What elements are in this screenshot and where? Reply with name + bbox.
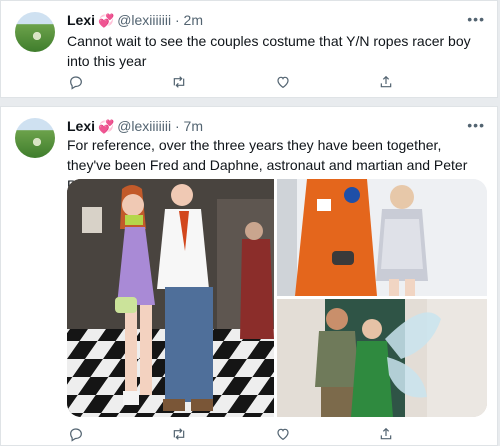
tweet[interactable]: Lexi 💞 @lexiiiiiii · 2m ••• Cannot wait to… bbox=[0, 0, 498, 98]
separator-dot: · bbox=[174, 118, 180, 134]
display-name[interactable]: Lexi bbox=[67, 118, 95, 134]
photo-peter-pan-tinkerbell[interactable] bbox=[277, 299, 487, 417]
user-handle[interactable]: @lexiiiiiii bbox=[117, 118, 171, 134]
tweet-header: Lexi 💞 @lexiiiiiii · 7m bbox=[67, 117, 203, 136]
tweet-actions bbox=[67, 425, 395, 443]
tweet-actions bbox=[67, 73, 395, 91]
display-name[interactable]: Lexi bbox=[67, 12, 95, 28]
tweet-text: Cannot wait to see the couples costume t… bbox=[67, 33, 471, 69]
share-icon[interactable] bbox=[377, 73, 395, 91]
avatar[interactable] bbox=[15, 118, 55, 158]
tweet[interactable]: Lexi 💞 @lexiiiiiii · 7m ••• For reference,… bbox=[0, 106, 498, 446]
photo-astronaut-martian[interactable] bbox=[277, 179, 487, 296]
reply-icon[interactable] bbox=[67, 73, 85, 91]
user-handle[interactable]: @lexiiiiiii bbox=[117, 12, 171, 28]
more-options-icon[interactable]: ••• bbox=[467, 11, 485, 27]
reply-icon[interactable] bbox=[67, 425, 85, 443]
timestamp[interactable]: 7m bbox=[184, 118, 203, 134]
heart-emoji: 💞 bbox=[98, 119, 115, 134]
tweet-header: Lexi 💞 @lexiiiiiii · 2m bbox=[67, 11, 203, 30]
timestamp[interactable]: 2m bbox=[184, 12, 203, 28]
retweet-icon[interactable] bbox=[170, 73, 188, 91]
heart-emoji: 💞 bbox=[98, 13, 115, 28]
avatar[interactable] bbox=[15, 12, 55, 52]
like-icon[interactable] bbox=[274, 73, 292, 91]
photo-fred-daphne[interactable] bbox=[67, 179, 274, 417]
separator-dot: · bbox=[174, 12, 180, 28]
share-icon[interactable] bbox=[377, 425, 395, 443]
like-icon[interactable] bbox=[274, 425, 292, 443]
more-options-icon[interactable]: ••• bbox=[467, 117, 485, 133]
retweet-icon[interactable] bbox=[170, 425, 188, 443]
media-grid bbox=[67, 179, 487, 417]
